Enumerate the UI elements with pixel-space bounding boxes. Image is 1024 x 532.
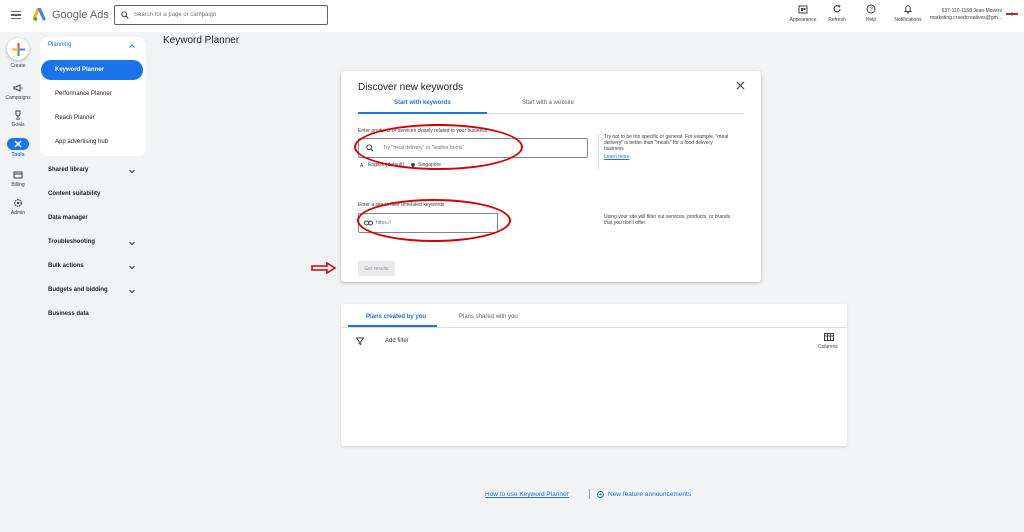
account-info[interactable]: 637-110-1168 Jean Movers marketing.creed… [918, 8, 1002, 22]
left-rail: Create Campaigns Goals Tools Billing Adm… [0, 32, 36, 532]
filter-icon[interactable] [356, 337, 364, 345]
discover-keywords-card: Discover new keywords Start with keyword… [341, 71, 761, 282]
nav-data-manager[interactable]: Data manager [48, 215, 88, 221]
rail-goals[interactable]: Goals [0, 110, 36, 128]
trophy-icon [15, 110, 21, 120]
billing-card-icon [13, 171, 23, 179]
nav-performance-planner[interactable]: Performance Planner [55, 91, 112, 97]
help-button[interactable]: ? Help [856, 4, 886, 23]
nav-keyword-planner[interactable]: Keyword Planner [55, 67, 104, 73]
create-button[interactable]: Create [0, 38, 36, 69]
admin-label: Admin [10, 210, 26, 216]
refresh-icon [833, 5, 841, 13]
svg-text:A: A [360, 163, 364, 168]
tab-start-with-website[interactable]: Start with a website [522, 100, 574, 106]
product-name: Google Ads [52, 9, 109, 21]
rail-tools[interactable]: Tools [0, 138, 36, 158]
new-features-link[interactable]: New feature announcements [608, 491, 691, 498]
top-bar: Google Ads Appearance Refresh ? Help Not… [0, 0, 1024, 32]
megaphone-icon [13, 84, 23, 92]
chevron-down-icon[interactable] [128, 263, 136, 271]
learn-more-link[interactable]: Learn more [604, 154, 732, 160]
rail-admin[interactable]: Admin [0, 198, 36, 216]
how-to-use-link[interactable]: How to use Keyword Planner [485, 491, 569, 498]
chevron-down-icon[interactable] [128, 239, 136, 247]
billing-label: Billing [11, 182, 25, 188]
hint-divider [598, 134, 599, 169]
translate-icon: A [360, 163, 364, 168]
plans-active-tab-indicator [348, 325, 437, 327]
footer-divider [589, 489, 590, 499]
nav-bulk-actions[interactable]: Bulk actions [48, 263, 84, 269]
chevron-down-icon[interactable] [128, 287, 136, 295]
search-box[interactable] [114, 5, 328, 25]
goals-label: Goals [11, 122, 25, 128]
create-label: Create [10, 63, 26, 69]
account-email: marketing.creedcreatives@gm... [929, 15, 1002, 21]
close-icon[interactable] [736, 81, 745, 90]
keyword-hint: Try not to be too specific or general. F… [604, 134, 732, 160]
keyword-hint-text: Try not to be too specific or general. F… [604, 134, 729, 152]
get-results-button[interactable]: Get results [358, 261, 395, 276]
refresh-button[interactable]: Refresh [822, 4, 852, 23]
add-filter-button[interactable]: Add filter [385, 338, 409, 344]
menu-icon[interactable] [10, 9, 22, 21]
nav-shared-library[interactable]: Shared library [48, 167, 88, 173]
announcement-icon [597, 491, 604, 498]
rail-billing[interactable]: Billing [0, 170, 36, 188]
appearance-button[interactable]: Appearance [788, 4, 818, 23]
tab-plans-shared[interactable]: Plans shared with you [459, 314, 518, 320]
columns-icon[interactable] [824, 333, 834, 341]
tools-label: Tools [11, 152, 25, 158]
gear-icon [14, 199, 22, 207]
nav-planning[interactable]: Planning [48, 42, 71, 48]
columns-label[interactable]: Columns [818, 344, 838, 350]
active-tab-indicator [358, 112, 487, 114]
chevron-down-icon[interactable] [128, 167, 136, 175]
nav-app-advertising-hub[interactable]: App advertising hub [55, 139, 108, 145]
annotation-ellipse [354, 124, 523, 170]
chevron-up-icon[interactable] [128, 42, 136, 50]
plus-icon [11, 42, 25, 56]
discover-title: Discover new keywords [358, 82, 464, 93]
nav-troubleshooting[interactable]: Troubleshooting [48, 239, 95, 245]
nav-reach-planner[interactable]: Reach Planner [55, 115, 95, 121]
tab-start-with-keywords[interactable]: Start with keywords [394, 100, 451, 106]
search-icon [121, 11, 129, 19]
search-input[interactable] [134, 12, 314, 18]
refresh-label: Refresh [828, 17, 846, 23]
nav-budgets-and-bidding[interactable]: Budgets and bidding [48, 287, 108, 293]
annotation-arrow-icon [311, 262, 337, 274]
plans-tab-divider [341, 327, 847, 328]
nav-content-suitability[interactable]: Content suitability [48, 191, 100, 197]
nav-business-data[interactable]: Business data [48, 311, 89, 317]
tab-plans-created[interactable]: Plans created by you [366, 314, 426, 320]
appearance-icon [798, 5, 808, 14]
tools-icon [14, 140, 22, 148]
rail-campaigns[interactable]: Campaigns [0, 83, 36, 101]
site-hint: Using your site will filter out services… [604, 214, 731, 226]
help-label: Help [865, 17, 877, 23]
account-avatar-icon[interactable] [1006, 11, 1018, 17]
campaigns-label: Campaigns [5, 95, 31, 101]
help-icon: ? [866, 4, 876, 14]
plans-card: Plans created by you Plans shared with y… [341, 304, 847, 446]
account-id: 637-110-1168 Jean Movers [941, 8, 1002, 14]
google-ads-logo [33, 8, 46, 21]
page-title: Keyword Planner [163, 35, 240, 46]
bell-icon [903, 5, 913, 14]
annotation-ellipse [357, 199, 511, 242]
appearance-label: Appearance [789, 17, 817, 23]
